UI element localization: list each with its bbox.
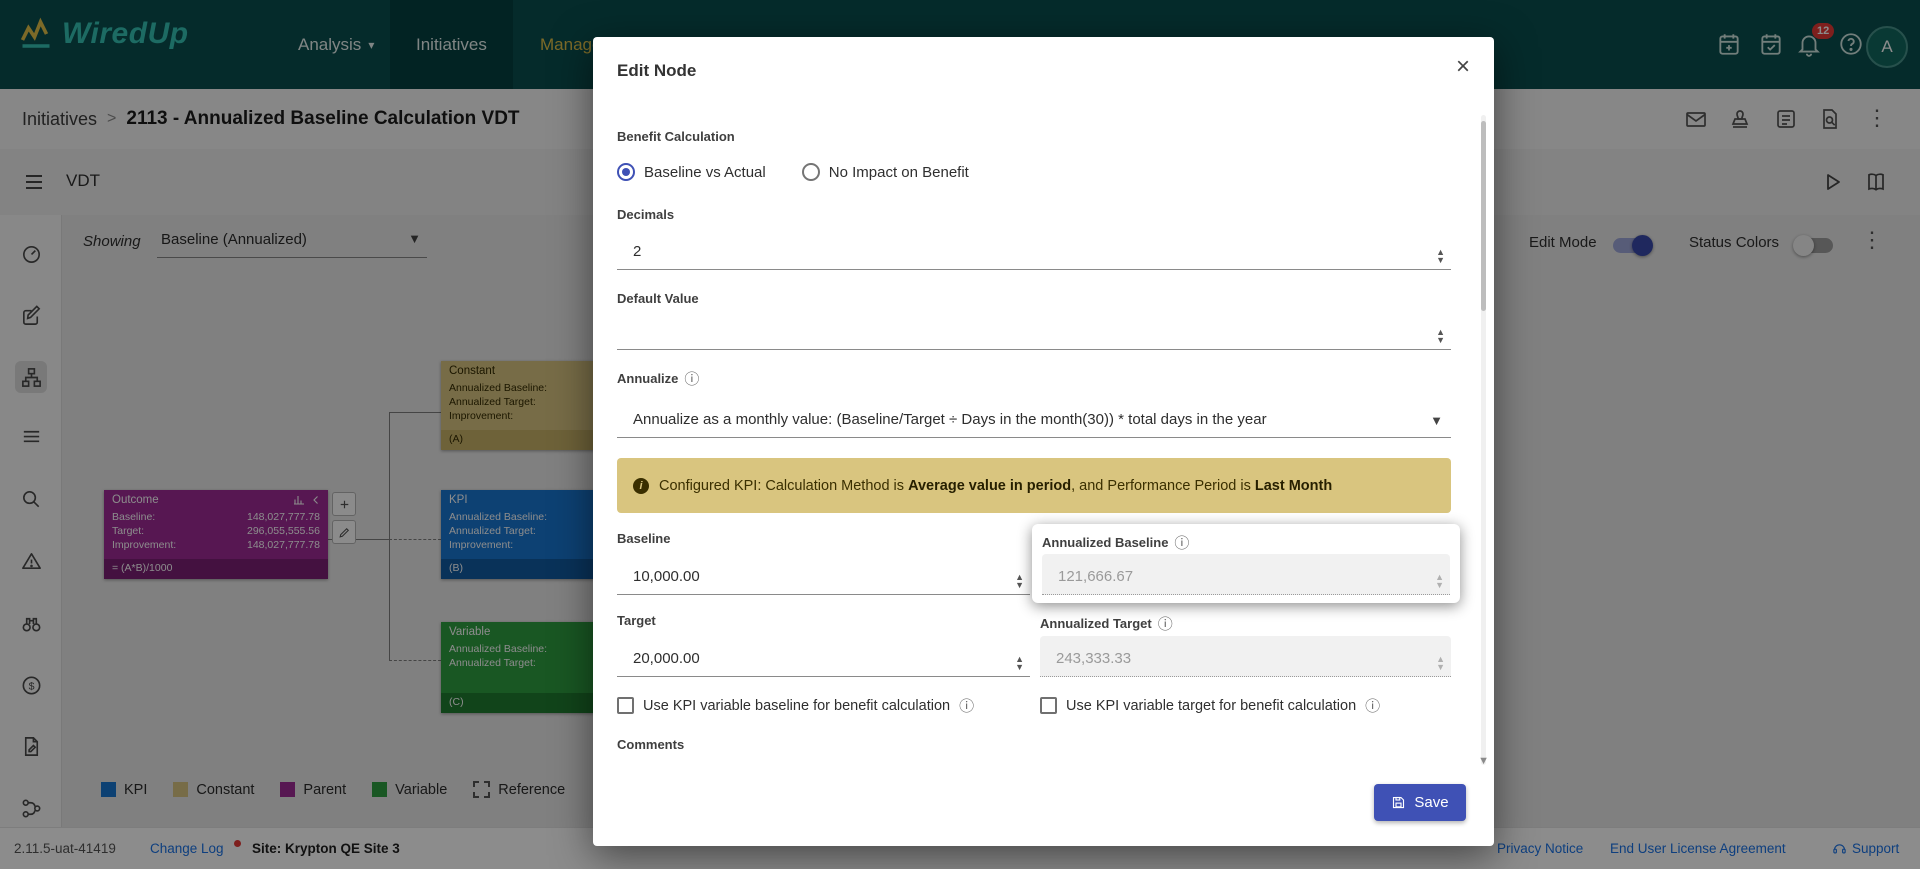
radio-unselected-icon	[801, 163, 820, 181]
target-label: Target	[617, 613, 656, 628]
save-button[interactable]: Save	[1374, 784, 1466, 821]
number-stepper[interactable]: ▲ ▼	[1015, 573, 1024, 590]
checkbox-unchecked[interactable]	[1040, 697, 1057, 714]
target-input[interactable]: 20,000.00 ▲ ▼	[617, 636, 1030, 677]
checkbox-unchecked[interactable]	[617, 697, 634, 714]
default-value-label: Default Value	[617, 291, 699, 306]
annualized-baseline-label: Annualized Baseline ⓘ	[1042, 532, 1189, 553]
decimals-input[interactable]: 2 ▲ ▼	[617, 229, 1451, 270]
annualize-select[interactable]: Annualize as a monthly value: (Baseline/…	[617, 397, 1451, 438]
info-icon[interactable]: ⓘ	[959, 695, 974, 716]
annualize-label: Annualize ⓘ	[617, 368, 699, 389]
use-kpi-target-checkbox-row: Use KPI variable target for benefit calc…	[1040, 695, 1380, 716]
info-icon[interactable]: ⓘ	[1174, 532, 1189, 553]
radio-no-impact-on-benefit[interactable]: No Impact on Benefit	[801, 163, 969, 181]
save-icon	[1393, 796, 1405, 809]
edit-node-modal: Edit Node × Benefit Calculation Baseline…	[593, 37, 1494, 846]
comments-label: Comments	[617, 737, 685, 752]
annualized-baseline-highlight: Annualized Baseline ⓘ 121,666.67 ▲ ▼	[1032, 524, 1460, 603]
modal-scrollbar-thumb[interactable]	[1481, 121, 1486, 311]
radio-baseline-vs-actual[interactable]: Baseline vs Actual	[617, 163, 766, 181]
baseline-label: Baseline	[617, 531, 671, 546]
app-screen: WiredUp Analysis ▾ Initiatives Manage ▾	[0, 0, 1920, 869]
number-stepper[interactable]: ▲ ▼	[1436, 248, 1445, 265]
decimals-label: Decimals	[617, 207, 675, 222]
radio-selected-icon	[617, 163, 635, 181]
info-icon[interactable]: ⓘ	[684, 368, 699, 389]
info-icon[interactable]: ⓘ	[1158, 613, 1173, 634]
benefit-calculation-options: Baseline vs Actual No Impact on Benefit	[617, 163, 969, 181]
number-stepper: ▲ ▼	[1436, 654, 1445, 672]
annualized-target-label: Annualized Target ⓘ	[1040, 613, 1173, 634]
close-icon[interactable]: ×	[1456, 55, 1470, 79]
annualized-target-input: 243,333.33 ▲ ▼	[1040, 636, 1451, 677]
chevron-down-icon: ▼	[1430, 413, 1443, 428]
number-stepper[interactable]: ▲ ▼	[1436, 328, 1445, 345]
benefit-calculation-label: Benefit Calculation	[617, 129, 735, 144]
number-stepper: ▲ ▼	[1435, 572, 1444, 590]
use-kpi-baseline-checkbox-row: Use KPI variable baseline for benefit ca…	[617, 695, 974, 716]
info-icon: i	[633, 477, 649, 494]
info-icon[interactable]: ⓘ	[1365, 695, 1380, 716]
baseline-input[interactable]: 10,000.00 ▲ ▼	[617, 554, 1030, 595]
number-stepper[interactable]: ▲ ▼	[1015, 655, 1024, 672]
scroll-down-icon[interactable]: ▼	[1478, 755, 1489, 767]
default-value-input[interactable]: ▲ ▼	[617, 309, 1451, 350]
configured-kpi-banner: i Configured KPI: Calculation Method is …	[617, 458, 1451, 513]
modal-title: Edit Node	[617, 61, 697, 80]
annualized-baseline-input: 121,666.67 ▲ ▼	[1042, 554, 1450, 595]
